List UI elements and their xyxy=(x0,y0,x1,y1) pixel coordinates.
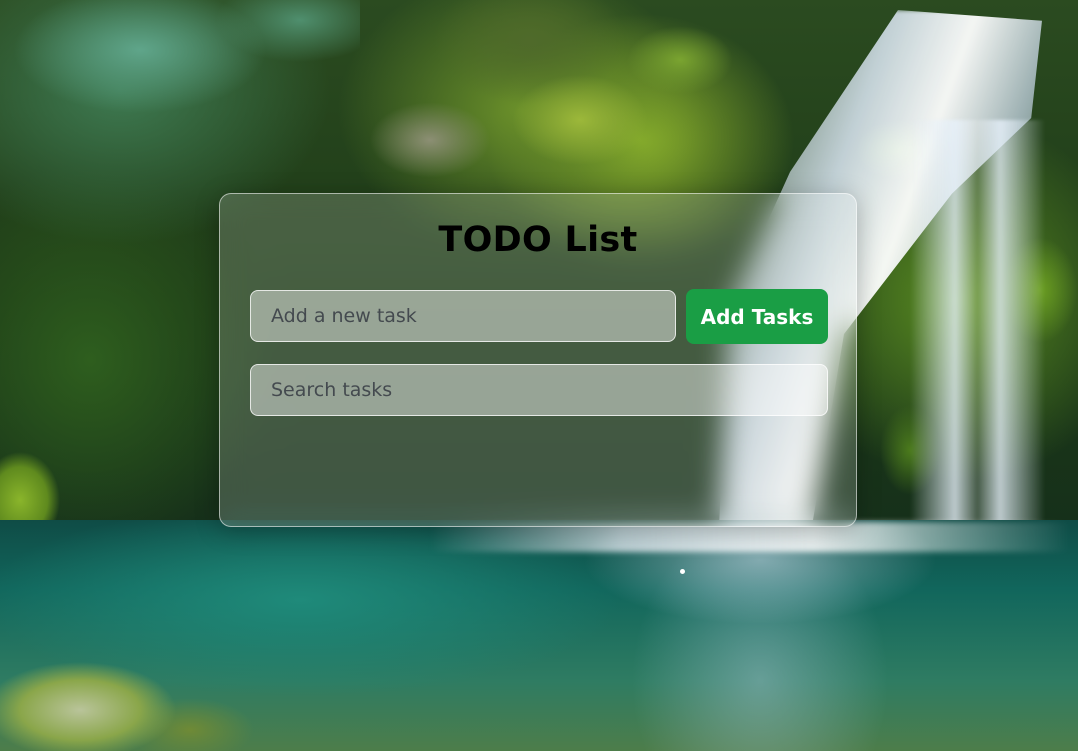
add-task-button[interactable]: Add Tasks xyxy=(686,289,828,344)
page-title: TODO List xyxy=(438,220,638,260)
water-glint xyxy=(680,569,685,574)
side-cascade xyxy=(910,120,1060,540)
search-input[interactable] xyxy=(250,364,828,416)
todo-card: TODO List Add Tasks xyxy=(219,193,857,527)
foreground-rock xyxy=(0,650,270,751)
fern-foliage xyxy=(0,0,360,180)
new-task-input[interactable] xyxy=(250,290,676,342)
mossy-rocks xyxy=(330,0,750,200)
